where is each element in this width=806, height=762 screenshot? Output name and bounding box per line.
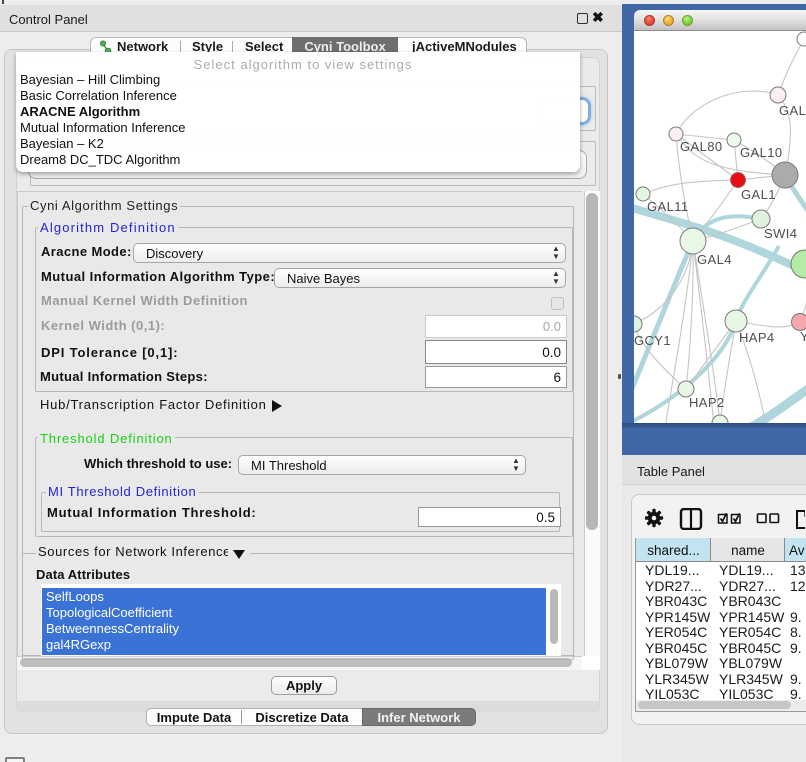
svg-text:Y: Y bbox=[800, 329, 806, 344]
svg-text:HAP2: HAP2 bbox=[689, 395, 725, 410]
svg-text:GAL11: GAL11 bbox=[647, 199, 689, 214]
svg-text:GAL80: GAL80 bbox=[680, 139, 722, 154]
svg-text:SWI4: SWI4 bbox=[764, 226, 797, 241]
svg-text:GAL10: GAL10 bbox=[740, 145, 782, 160]
svg-text:GAL: GAL bbox=[779, 103, 806, 118]
svg-text:GAL4: GAL4 bbox=[697, 252, 732, 267]
svg-text:HAP4: HAP4 bbox=[739, 330, 775, 345]
svg-text:GAL1: GAL1 bbox=[741, 187, 776, 202]
svg-text:GCY1: GCY1 bbox=[634, 333, 671, 348]
